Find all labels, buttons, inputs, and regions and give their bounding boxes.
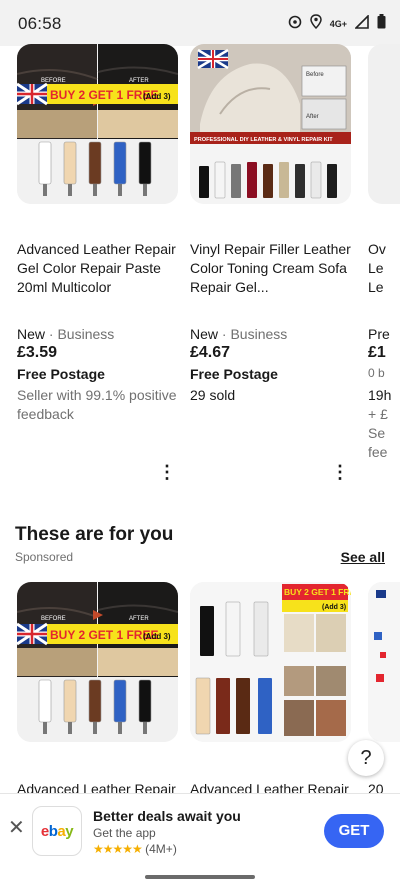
more-options-icon[interactable]: ⋮ <box>331 462 349 483</box>
sold-count: 29 sold <box>190 387 236 403</box>
extra-line: Se <box>368 425 386 441</box>
recommended-carousel[interactable]: BUY 2 GET 1 FREE (Add 3) BEFORE AFTER Ad… <box>0 582 400 793</box>
product-title[interactable]: 20 <box>368 780 398 793</box>
condition-label: New <box>17 326 46 342</box>
seller-type: · Business <box>48 326 115 342</box>
product-image[interactable] <box>368 44 400 204</box>
promo-caption-suffix: (Add 3) <box>322 604 346 611</box>
app-install-banner: ✕ ebay Better deals await you Get the ap… <box>0 793 400 863</box>
extra-line: 19h <box>368 387 392 403</box>
extra-line: fee <box>368 444 388 460</box>
after-label: AFTER <box>129 78 149 84</box>
recently-viewed-carousel[interactable]: BUY 2 GET 1 FREE (Add 3) BEFORE AFTER Ad… <box>0 44 400 484</box>
product-title[interactable]: Advanced Leather Repair <box>17 780 187 793</box>
promo-caption: BUY 2 GET 1 FREE <box>284 587 351 597</box>
product-price: £4.67 <box>190 344 231 361</box>
before-label: Before <box>306 72 324 78</box>
banner-subtitle: Get the app <box>93 826 156 840</box>
product-title[interactable]: Ov Le Le <box>368 240 398 297</box>
see-all-link[interactable]: See all <box>341 549 385 565</box>
rating-count: (4M+) <box>145 842 177 856</box>
seller-feedback: Seller with 99.1% positive feedback <box>17 387 177 422</box>
extra-line: + £ <box>368 406 388 422</box>
close-icon[interactable]: ✕ <box>8 818 25 838</box>
product-bids: 0 b <box>368 366 385 380</box>
product-condition: New · Business <box>190 326 287 342</box>
product-shipping: Free Postage <box>17 366 105 382</box>
section-title: These are for you <box>15 524 174 545</box>
status-time: 06:58 <box>18 14 62 33</box>
product-title[interactable]: Vinyl Repair Filler Leather Color Toning… <box>190 240 360 297</box>
ebay-logo: ebay <box>32 806 82 856</box>
more-options-icon[interactable]: ⋮ <box>158 462 176 483</box>
navigation-bar <box>0 863 400 889</box>
get-app-button[interactable]: GET <box>324 814 384 848</box>
location-icon <box>309 14 322 34</box>
battery-icon <box>377 14 386 34</box>
product-image[interactable]: Before After PROFESSIONAL DIY LEATHER & … <box>190 44 351 204</box>
product-condition: New · Business <box>17 326 114 342</box>
sponsored-label: Sponsored <box>15 550 74 564</box>
star-rating-icon: ★★★★★ <box>93 842 143 856</box>
after-label: After <box>306 114 319 120</box>
help-button[interactable]: ? <box>348 740 384 776</box>
product-price: £1 <box>368 344 386 361</box>
product-price: £3.59 <box>17 344 58 361</box>
home-gesture-handle[interactable] <box>145 875 255 879</box>
banner-headline: Better deals await you <box>93 808 241 824</box>
product-image[interactable]: BUY 2 GET 1 FREE (Add 3) BEFORE AFTER <box>17 582 178 742</box>
signal-icon <box>354 13 369 34</box>
sync-icon <box>288 15 302 34</box>
after-label: AFTER <box>129 616 149 622</box>
product-image[interactable] <box>368 582 400 742</box>
promo-caption-suffix: (Add 3) <box>143 632 171 641</box>
kit-caption: PROFESSIONAL DIY LEATHER & VINYL REPAIR … <box>194 137 333 143</box>
condition-label: New <box>190 326 219 342</box>
promo-caption-suffix: (Add 3) <box>143 92 171 101</box>
before-label: BEFORE <box>41 78 66 84</box>
network-label: 4G+ <box>329 19 347 29</box>
product-shipping: Free Postage <box>190 366 278 382</box>
product-title[interactable]: Advanced Leather Repair <box>190 780 360 793</box>
status-icons: 4G+ <box>288 13 386 34</box>
product-condition: Pre <box>368 326 390 342</box>
before-label: BEFORE <box>41 616 66 622</box>
app-rating: ★★★★★ (4M+) <box>93 842 177 856</box>
product-image[interactable]: BUY 2 GET 1 FREE (Add 3) BEFORE AFTER <box>17 44 178 204</box>
status-bar: 06:58 4G+ <box>0 0 400 46</box>
product-extra: 19h + £ Se fee <box>368 386 398 462</box>
product-title[interactable]: Advanced Leather Repair Gel Color Repair… <box>17 240 187 297</box>
seller-type: · Business <box>221 326 288 342</box>
product-image[interactable]: BUY 2 GET 1 FREE (Add 3) <box>190 582 351 742</box>
